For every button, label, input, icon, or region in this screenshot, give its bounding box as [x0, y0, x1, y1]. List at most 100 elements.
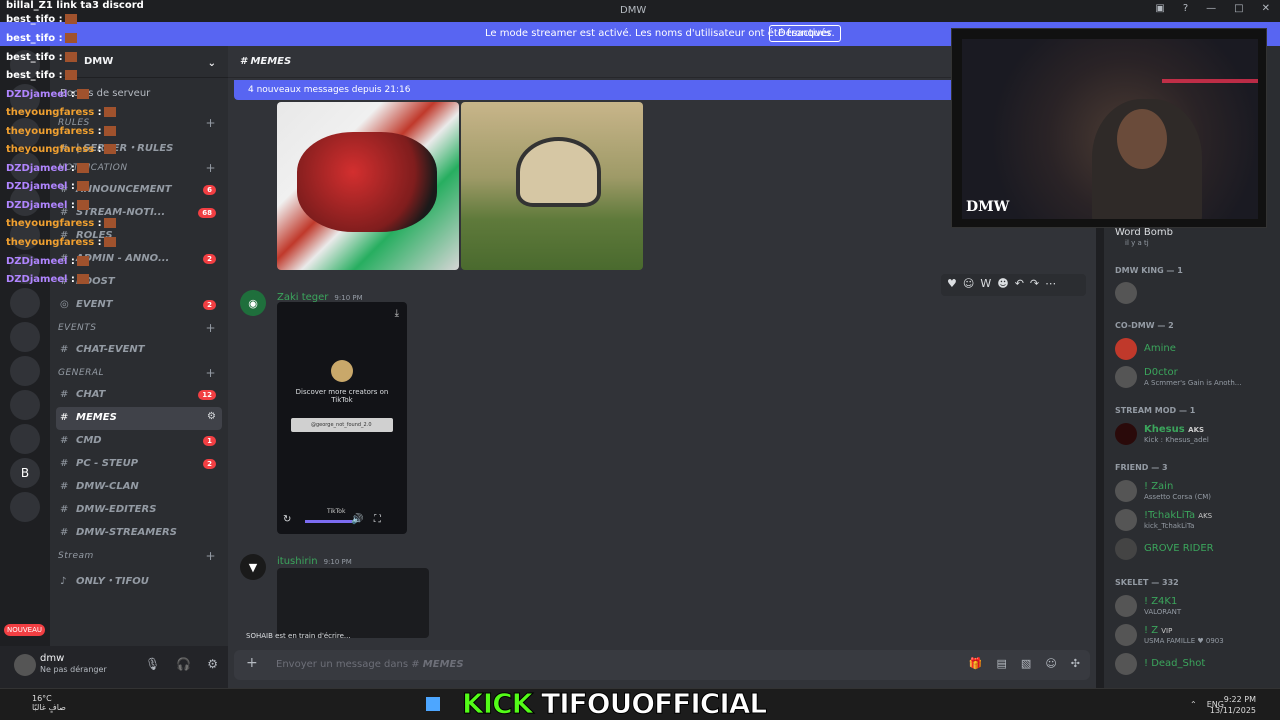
- member-item[interactable]: GROVE RIDER: [1115, 538, 1275, 562]
- message-input[interactable]: + Envoyer un message dans # MEMES 🎁 ▤ ▧ …: [234, 650, 1090, 680]
- channel-chat[interactable]: # CHAT 12: [50, 384, 228, 407]
- stream-chat-line: DZDjameel :: [6, 89, 89, 100]
- tiktok-video-embed[interactable]: ⤓ Discover more creators on TikTok @geor…: [277, 302, 407, 534]
- mention-badge: 68: [198, 208, 216, 218]
- gif-icon[interactable]: ▤: [997, 657, 1007, 670]
- member-item[interactable]: ! Z VIP USMA FAMILLE ♥ 0903: [1115, 624, 1275, 648]
- stream-chat-line: best_tifo :: [6, 33, 77, 44]
- server-icon[interactable]: [10, 390, 40, 420]
- role-header: STREAM MOD — 1: [1115, 406, 1196, 415]
- inbox-icon[interactable]: ▣: [1155, 3, 1164, 14]
- server-icon[interactable]: [10, 322, 40, 352]
- weather-widget[interactable]: 16°C صافٍ غالبًا: [32, 694, 66, 712]
- server-icon[interactable]: [10, 356, 40, 386]
- download-icon[interactable]: ⤓: [395, 308, 399, 319]
- member-item[interactable]: !TchakLiTa AKS kick_TchakLiTa: [1115, 509, 1275, 533]
- chat-username: DZDjameel: [6, 274, 68, 285]
- user-panel: dmw Ne pas déranger 🎙 🎧 ⚙: [0, 646, 228, 688]
- add-reaction-icon[interactable]: ☻: [997, 277, 1008, 293]
- channel-dmw-editers[interactable]: # DMW-EDITERS: [50, 499, 228, 522]
- channel-dmw-streamers[interactable]: # DMW-STREAMERS: [50, 522, 228, 545]
- gift-icon[interactable]: 🎁: [969, 657, 983, 670]
- category-stream[interactable]: Stream +: [50, 545, 228, 567]
- clock[interactable]: 9:22 PM 13/11/2025: [1210, 694, 1256, 716]
- forward-icon[interactable]: ↷: [1030, 277, 1039, 293]
- disable-streamer-button[interactable]: Désactiver: [769, 25, 841, 42]
- category-general[interactable]: GENERAL +: [50, 362, 228, 384]
- member-item[interactable]: ! Zain Assetto Corsa (CM): [1115, 480, 1275, 504]
- channel-memes[interactable]: # MEMES ⚙: [56, 407, 222, 430]
- clock-time: 9:22 PM: [1223, 695, 1256, 704]
- stream-chat-line: billal_Z1 link ta3 discord: [6, 0, 144, 11]
- server-icon-b[interactable]: B: [10, 458, 40, 488]
- member-item[interactable]: [1115, 282, 1275, 306]
- avatar[interactable]: [14, 654, 36, 676]
- settings-icon[interactable]: ⚙: [207, 657, 218, 671]
- member-item[interactable]: Khesus AKS Kick : Khesus_adel: [1115, 423, 1275, 447]
- channel-only-tifou[interactable]: ♪ ONLY・TIFOU: [50, 567, 228, 590]
- discord-avatar-icon[interactable]: ◉: [240, 290, 266, 316]
- minimize-icon[interactable]: —: [1206, 3, 1216, 14]
- video-thumbnail[interactable]: [277, 568, 429, 638]
- chat-message: :: [94, 107, 102, 118]
- member-item[interactable]: Amine: [1115, 338, 1275, 362]
- member-name: Khesus AKS: [1144, 424, 1204, 435]
- channel-cmd[interactable]: # CMD 1: [50, 430, 228, 453]
- member-item[interactable]: ! Z4K1 VALORANT: [1115, 595, 1275, 619]
- avatar: [1115, 338, 1137, 360]
- username: dmw: [40, 653, 65, 664]
- add-channel-icon[interactable]: +: [205, 161, 216, 175]
- maximize-icon[interactable]: □: [1234, 3, 1243, 14]
- chat-message: :: [67, 163, 75, 174]
- help-icon[interactable]: ?: [1183, 3, 1188, 14]
- server-icon[interactable]: [10, 424, 40, 454]
- headphones-icon[interactable]: 🎧: [176, 657, 191, 671]
- member-item[interactable]: ! Dead_Shot: [1115, 653, 1275, 677]
- close-icon[interactable]: ✕: [1262, 3, 1270, 14]
- message-author[interactable]: itushirin 9:10 PM: [277, 556, 352, 567]
- chevron-up-icon[interactable]: ⌃: [1190, 700, 1197, 709]
- member-name: Word Bomb: [1115, 227, 1173, 238]
- fullscreen-icon[interactable]: ⛶: [374, 514, 381, 525]
- emoji-icon[interactable]: ☺: [963, 277, 974, 293]
- mention-badge: 2: [203, 254, 216, 264]
- user-status: Ne pas déranger: [40, 665, 107, 674]
- motorcycle-shape: [297, 132, 437, 232]
- category-events[interactable]: EVENTS +: [50, 317, 228, 339]
- reply-icon[interactable]: ↶: [1015, 277, 1024, 293]
- add-channel-icon[interactable]: +: [205, 321, 216, 335]
- stroller-image[interactable]: [461, 102, 643, 270]
- avatar: [1115, 595, 1137, 617]
- emote-icon: [103, 107, 116, 117]
- emote-icon: [103, 237, 116, 247]
- emoji-icon[interactable]: ☺: [1045, 657, 1056, 670]
- volume-icon[interactable]: 🔊: [351, 514, 363, 525]
- add-channel-icon[interactable]: +: [205, 366, 216, 380]
- member-item[interactable]: D0ctor A Scmmer's Gain is Anoth...: [1115, 366, 1275, 390]
- sticker-icon[interactable]: ▧: [1021, 657, 1031, 670]
- w-icon[interactable]: W: [980, 277, 991, 293]
- add-channel-icon[interactable]: +: [205, 116, 216, 130]
- channel-chat-event[interactable]: # CHAT-EVENT: [50, 339, 228, 362]
- emote-icon: [76, 89, 89, 99]
- channel-dmw-clan[interactable]: # DMW-CLAN: [50, 476, 228, 499]
- attach-icon[interactable]: +: [246, 655, 258, 671]
- server-icon[interactable]: [10, 492, 40, 522]
- mention-badge: 12: [198, 390, 216, 400]
- window-controls: ▣ ? — □ ✕: [1155, 3, 1270, 14]
- avatar[interactable]: ▼: [240, 554, 266, 580]
- more-icon[interactable]: ⋯: [1045, 277, 1056, 293]
- windows-start-icon[interactable]: [426, 697, 440, 711]
- member-item[interactable]: Word Bomb il y a tj: [1115, 226, 1275, 250]
- channel-pc-setup[interactable]: # PC - STEUP 2: [50, 453, 228, 476]
- replay-icon[interactable]: ↻: [283, 514, 291, 525]
- new-messages-bar[interactable]: 4 nouveaux messages depuis 21:16: [234, 80, 956, 100]
- ducati-image[interactable]: [277, 102, 459, 270]
- apps-icon[interactable]: ✣: [1071, 657, 1080, 670]
- chat-message: :: [67, 274, 75, 285]
- chat-username: theyoungfaress: [6, 126, 95, 137]
- add-channel-icon[interactable]: +: [205, 549, 216, 563]
- gear-icon[interactable]: ⚙: [207, 411, 216, 422]
- heart-icon[interactable]: ♥: [947, 277, 957, 293]
- microphone-icon[interactable]: 🎙: [145, 657, 160, 671]
